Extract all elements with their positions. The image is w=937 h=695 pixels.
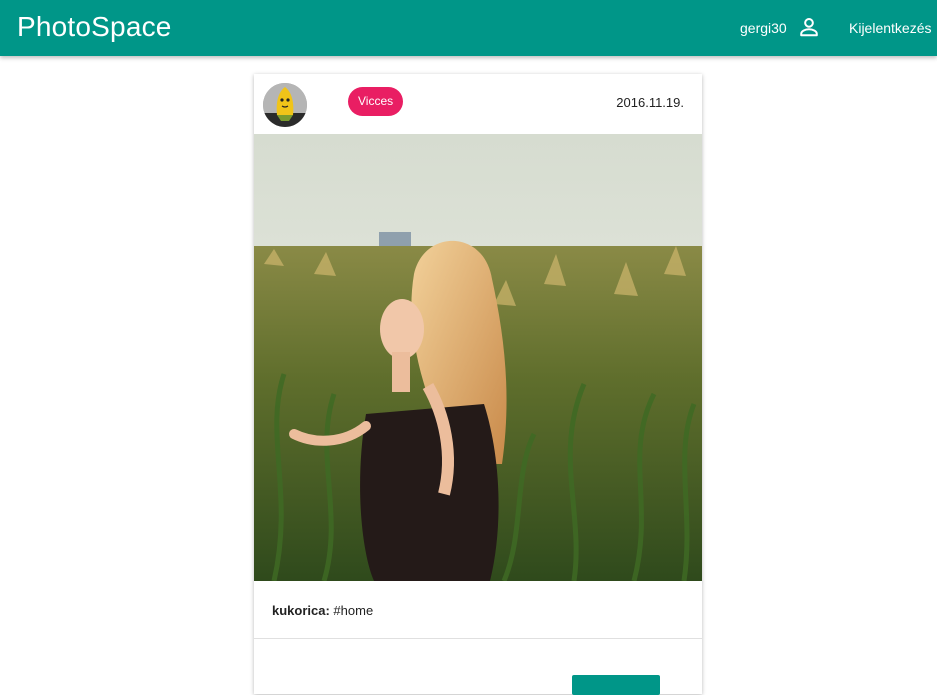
logout-button[interactable]: Kijelentkezés [849, 19, 932, 37]
caption-text: #home [329, 603, 374, 618]
account-icon[interactable] [798, 16, 820, 38]
app-brand[interactable]: PhotoSpace [17, 10, 172, 44]
post-card: Vicces 2016.11.19. kukorica: #home [254, 74, 702, 695]
top-app-bar: PhotoSpace gergi30 Kijelentkezés [0, 0, 937, 56]
card-action-button[interactable] [572, 675, 660, 695]
category-chip[interactable]: Vicces [348, 87, 404, 116]
username-label: gergi30 [740, 20, 787, 36]
post-photo [254, 134, 702, 581]
post-caption: kukorica: #home [272, 603, 373, 619]
corn-avatar-icon [263, 83, 307, 127]
caption-title: kukorica: [272, 603, 330, 618]
author-avatar[interactable] [263, 83, 307, 127]
photo-image [254, 134, 702, 581]
card-divider [254, 638, 702, 639]
post-date: 2016.11.19. [616, 95, 684, 110]
